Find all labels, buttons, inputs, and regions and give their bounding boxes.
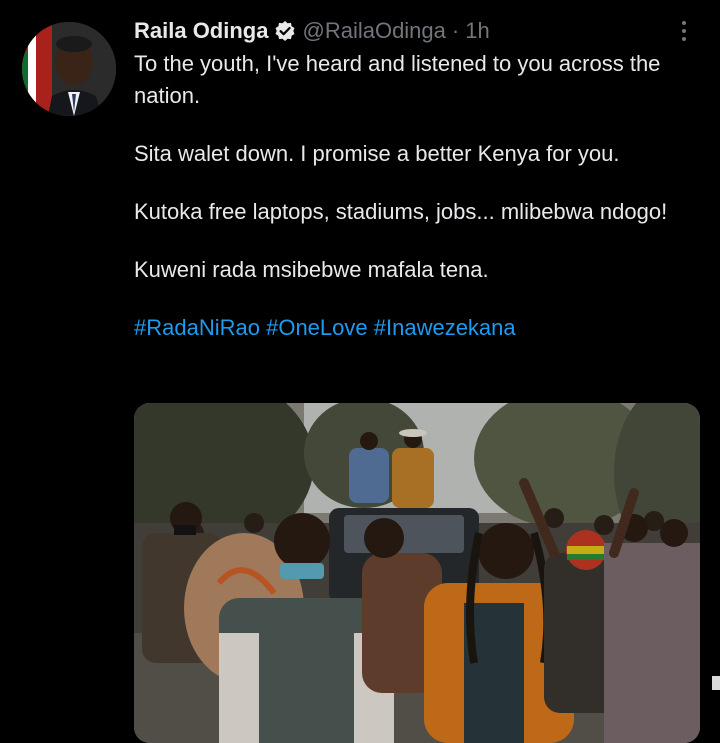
hashtag-link[interactable]: #OneLove [266,315,368,340]
more-options-icon[interactable] [672,16,696,46]
tweet-paragraph: Sita walet down. I promise a better Keny… [134,141,620,166]
tweet-timestamp[interactable]: 1h [465,16,489,46]
separator-dot: · [451,18,460,43]
verified-badge-icon [274,20,296,42]
scrollbar-thumb[interactable] [712,676,720,690]
tweet-text: To the youth, I've heard and listened to… [134,48,694,344]
tweet-paragraph: To the youth, I've heard and listened to… [134,51,661,108]
tweet-photo[interactable] [134,403,700,743]
author-name[interactable]: Raila Odinga [134,16,268,46]
avatar[interactable] [22,22,116,116]
tweet-paragraph: Kuweni rada msibebwe mafala tena. [134,257,489,282]
hashtag-line: #RadaNiRao #OneLove #Inawezekana [134,312,694,344]
tweet-header: Raila Odinga @RailaOdinga · 1h [134,16,490,46]
author-handle[interactable]: @RailaOdinga [302,16,445,46]
crowd-photo [134,403,700,743]
avatar-photo [22,22,116,116]
hashtag-link[interactable]: #Inawezekana [374,315,516,340]
tweet-paragraph: Kutoka free laptops, stadiums, jobs... m… [134,199,668,224]
hashtag-link[interactable]: #RadaNiRao [134,315,260,340]
